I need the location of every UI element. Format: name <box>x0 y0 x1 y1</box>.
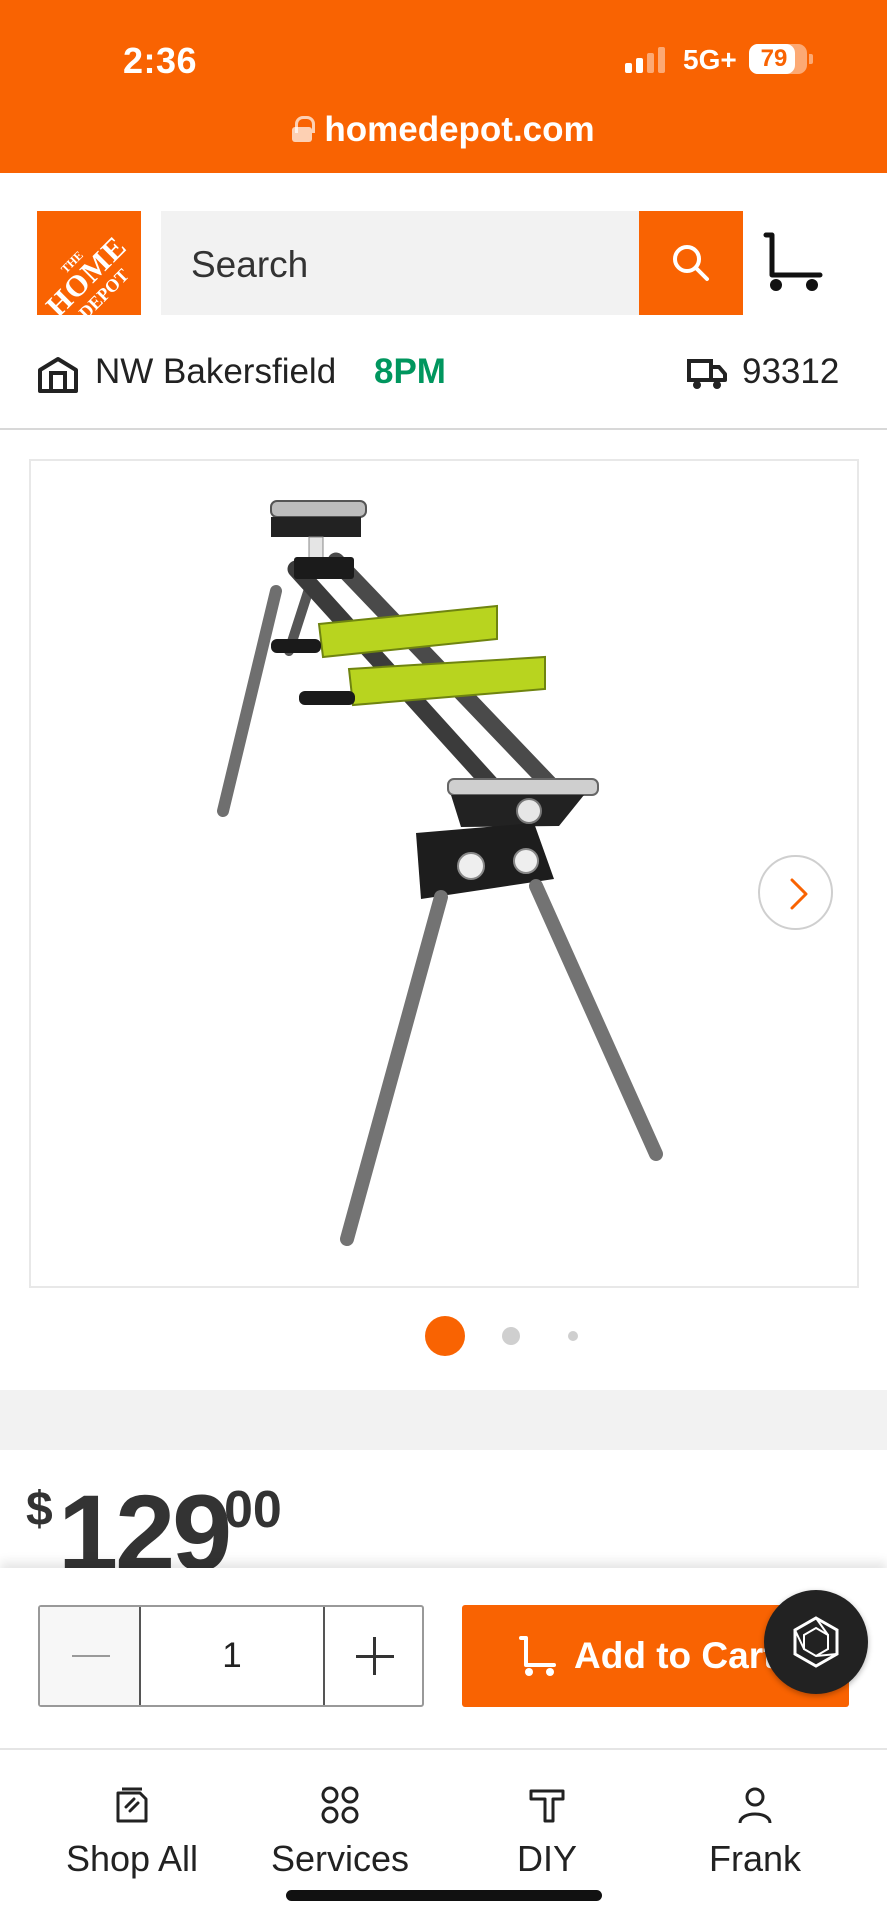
url-bar[interactable]: homedepot.com <box>0 110 887 150</box>
store-icon <box>38 357 78 393</box>
home-depot-logo[interactable]: THE HOME DEPOT <box>37 211 141 315</box>
nav-label: Frank <box>708 1838 802 1879</box>
battery-level: 79 <box>760 45 788 72</box>
network-type: 5G+ <box>683 44 737 75</box>
quantity-input[interactable]: 1 <box>141 1607 323 1705</box>
search-placeholder: Search <box>191 244 309 285</box>
nav-account[interactable]: Frank <box>644 1750 866 1900</box>
chevron-right-icon <box>790 878 808 910</box>
nav-diy[interactable]: DIY <box>436 1750 658 1900</box>
search-input[interactable]: Search <box>161 211 639 315</box>
search-icon <box>673 245 709 281</box>
nav-services[interactable]: Services <box>229 1750 451 1900</box>
price-currency: $ <box>26 1483 53 1536</box>
chat-assistant-button[interactable] <box>764 1590 868 1694</box>
increase-quantity-button[interactable] <box>323 1607 422 1705</box>
delivery-zip[interactable]: 93312 <box>742 352 839 392</box>
store-closing-time: 8PM <box>374 352 446 391</box>
browser-top-bar: 2:36 5G+ 79 homedepot.com <box>0 0 887 173</box>
section-divider <box>0 1380 887 1450</box>
gallery-next-button[interactable] <box>758 855 833 930</box>
battery-icon: 79 <box>749 44 813 74</box>
decrease-quantity-button[interactable] <box>40 1607 141 1705</box>
account-icon <box>738 1787 772 1824</box>
nav-shop-all[interactable]: Shop All <box>21 1750 243 1900</box>
shop-all-icon <box>116 1787 148 1823</box>
delivery-truck-icon <box>687 359 727 389</box>
gallery-dot-active[interactable] <box>425 1316 465 1356</box>
logo-wordmark: THE HOME DEPOT <box>39 229 134 315</box>
lock-icon <box>292 116 316 142</box>
add-to-cart-label: Add to Cart <box>574 1635 776 1676</box>
gallery-dot[interactable] <box>502 1327 520 1345</box>
url-text: homedepot.com <box>324 110 595 149</box>
cart-icon <box>519 1636 556 1676</box>
quantity-stepper: 1 <box>38 1605 424 1707</box>
nav-label: Services <box>270 1838 410 1879</box>
product-image <box>217 500 663 1246</box>
cart-icon[interactable] <box>762 231 826 295</box>
sticky-add-to-cart-bar: 1 Add to Cart <box>0 1568 887 1748</box>
product-image-gallery[interactable] <box>29 459 859 1288</box>
hexagon-chat-icon <box>793 1616 839 1668</box>
store-info-row[interactable]: NW Bakersfield 8PM 93312 <box>0 340 887 430</box>
services-icon <box>321 1786 359 1824</box>
home-indicator <box>286 1890 602 1901</box>
price-cents: 00 <box>224 1481 282 1539</box>
nav-label: DIY <box>516 1838 577 1879</box>
status-time: 2:36 <box>123 40 198 81</box>
diy-icon <box>529 1789 565 1823</box>
search-button[interactable] <box>639 211 743 315</box>
nav-label: Shop All <box>65 1838 199 1879</box>
signal-icon <box>625 47 671 73</box>
store-name[interactable]: NW Bakersfield <box>95 352 336 392</box>
gallery-dot[interactable] <box>568 1331 578 1341</box>
